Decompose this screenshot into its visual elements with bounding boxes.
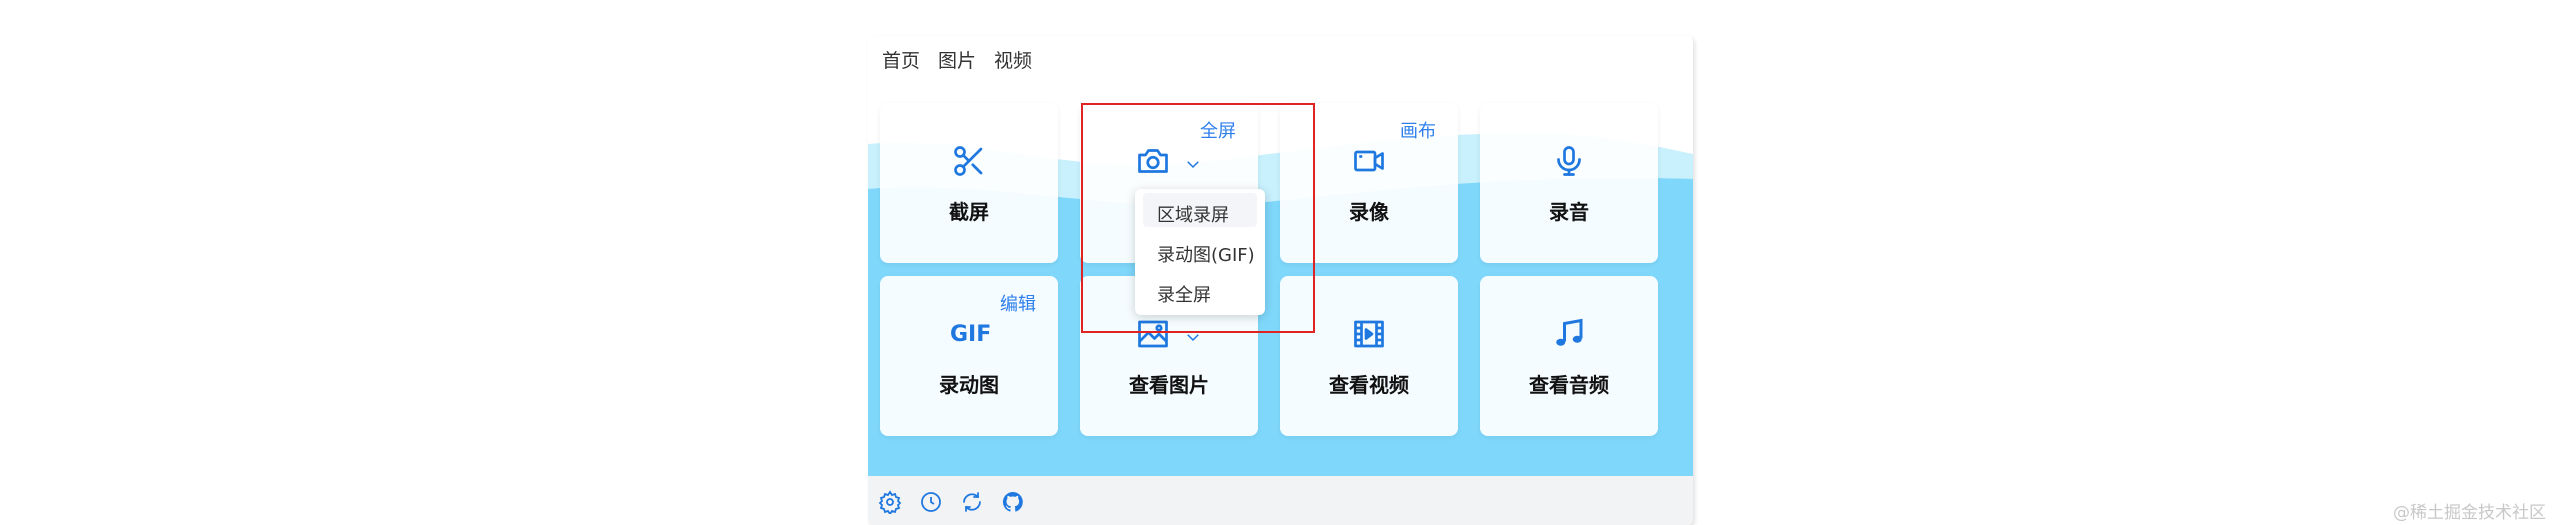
tile-gif-label: 录动图	[939, 373, 999, 397]
microphone-icon	[1557, 146, 1581, 176]
github-icon[interactable]	[1001, 490, 1025, 514]
tile-screenshot[interactable]: 截屏	[880, 103, 1058, 263]
film-icon	[1354, 320, 1384, 348]
gif-icon: GIF	[950, 322, 992, 347]
tag-edit[interactable]: 编辑	[1000, 290, 1036, 316]
nav-images[interactable]: 图片	[938, 46, 976, 73]
tile-videos-label: 查看视频	[1329, 373, 1409, 397]
tile-screenshot-label: 截屏	[949, 200, 989, 224]
tag-canvas[interactable]: 画布	[1400, 117, 1436, 143]
footer-bar	[868, 476, 1693, 525]
tile-audio[interactable]: 录音	[1480, 103, 1658, 263]
refresh-icon[interactable]	[960, 490, 984, 514]
tile-images-label: 查看图片	[1129, 373, 1209, 397]
tile-music[interactable]: 查看音频	[1480, 276, 1658, 436]
gear-icon[interactable]	[878, 490, 902, 514]
scissors-icon	[954, 146, 983, 176]
video-camera-icon	[1354, 150, 1384, 172]
music-note-icon	[1556, 318, 1583, 346]
tile-audio-label: 录音	[1549, 200, 1589, 224]
clock-icon[interactable]	[919, 490, 943, 514]
top-nav: 首页 图片 视频	[882, 46, 1032, 73]
tile-gif[interactable]: 编辑 GIF 录动图	[880, 276, 1058, 436]
nav-home[interactable]: 首页	[882, 46, 920, 73]
tile-music-label: 查看音频	[1529, 373, 1609, 397]
watermark: @稀土掘金技术社区	[2393, 503, 2546, 523]
highlight-box	[1081, 103, 1315, 333]
nav-videos[interactable]: 视频	[994, 46, 1032, 73]
